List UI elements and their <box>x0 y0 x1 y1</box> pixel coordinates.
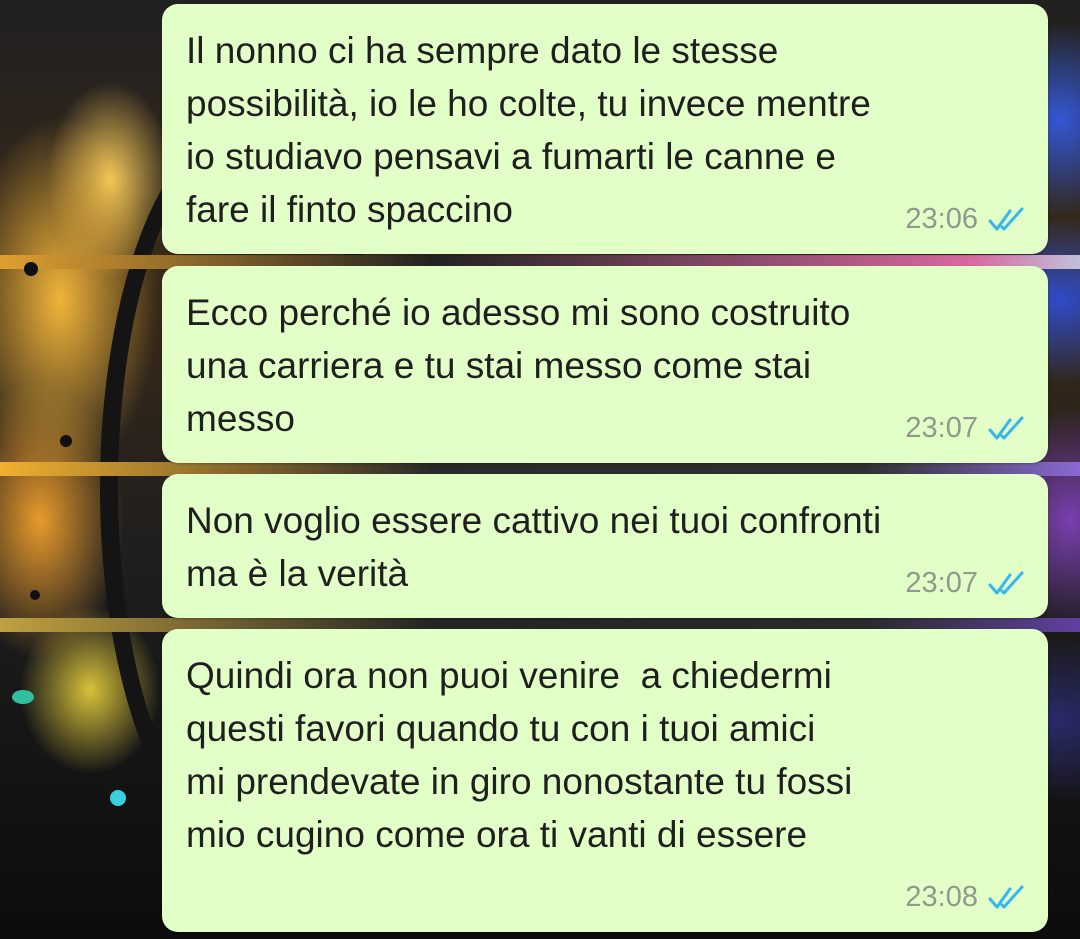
message-time: 23:06 <box>905 203 978 235</box>
wallpaper-shape <box>60 435 72 447</box>
outgoing-message-bubble[interactable]: Il nonno ci ha sempre dato le stesse pos… <box>162 4 1048 254</box>
message-time: 23:08 <box>905 881 978 913</box>
message-time: 23:07 <box>905 567 978 599</box>
wallpaper-shape <box>30 590 40 600</box>
message-text: Quindi ora non puoi venire a chiedermi q… <box>186 655 853 855</box>
outgoing-message-bubble[interactable]: Ecco perché io adesso mi sono costruito … <box>162 266 1048 463</box>
message-text: Ecco perché io adesso mi sono costruito … <box>186 292 851 439</box>
wallpaper-shape <box>12 690 34 704</box>
wallpaper-shape <box>110 790 126 806</box>
message-meta: 23:07 <box>905 412 1026 445</box>
message-text: Il nonno ci ha sempre dato le stesse pos… <box>186 30 871 230</box>
message-time: 23:07 <box>905 412 978 444</box>
message-meta: 23:07 <box>905 567 1026 600</box>
double-check-read-icon <box>988 885 1024 908</box>
outgoing-message-bubble[interactable]: Non voglio essere cattivo nei tuoi confr… <box>162 474 1048 618</box>
message-meta: 23:08 <box>905 881 1026 914</box>
message-text: Non voglio essere cattivo nei tuoi confr… <box>186 500 882 594</box>
outgoing-message-bubble[interactable]: Quindi ora non puoi venire a chiedermi q… <box>162 629 1048 932</box>
double-check-read-icon <box>988 207 1024 230</box>
wallpaper-shape <box>24 262 38 276</box>
double-check-read-icon <box>988 571 1024 594</box>
message-meta: 23:06 <box>905 203 1026 236</box>
double-check-read-icon <box>988 416 1024 439</box>
